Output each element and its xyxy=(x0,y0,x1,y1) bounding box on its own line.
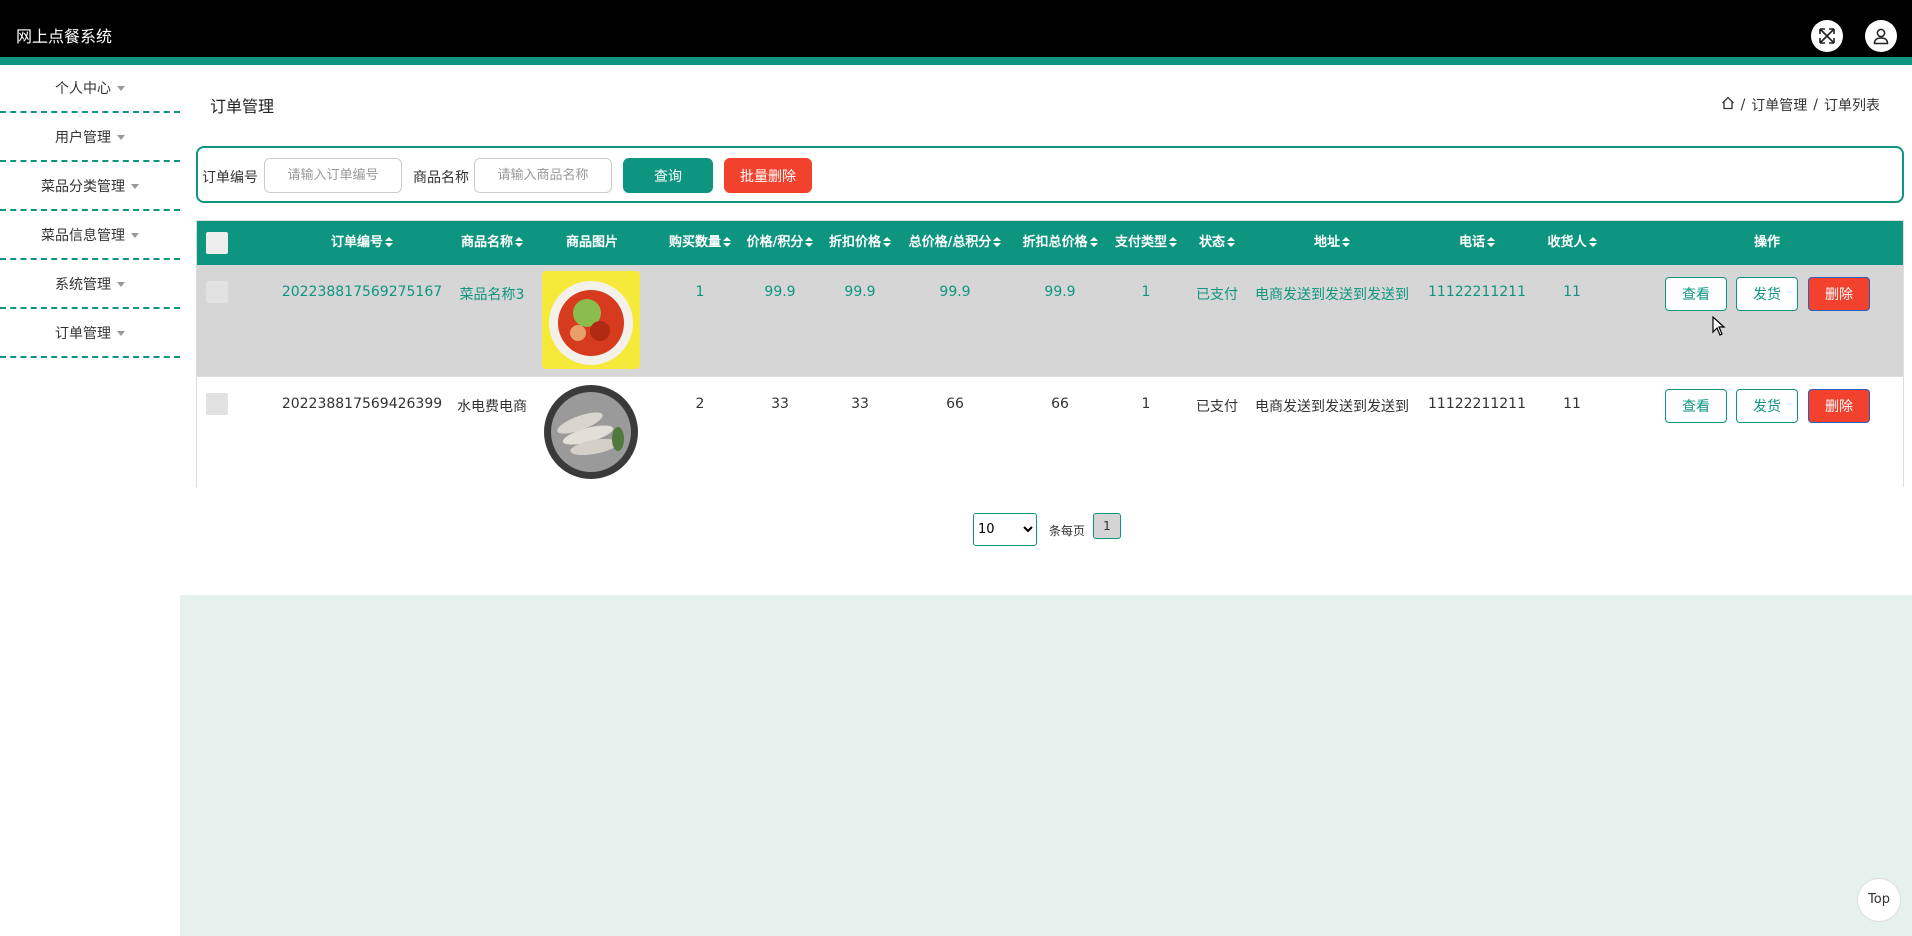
cell-phone: 11122211211 xyxy=(1428,284,1526,300)
breadcrumb-separator: / xyxy=(1740,97,1746,113)
col-header-pay-type[interactable]: 支付类型 xyxy=(1110,221,1182,265)
col-header-order-no[interactable]: 订单编号 xyxy=(292,221,432,265)
order-no-label: 订单编号 xyxy=(202,170,258,186)
select-all-checkbox[interactable] xyxy=(206,232,228,254)
chevron-down-icon xyxy=(117,134,125,140)
cell-total: 66 xyxy=(946,396,964,412)
ship-button[interactable]: 发货 xyxy=(1736,389,1798,423)
chevron-down-icon xyxy=(117,330,125,336)
cell-price: 33 xyxy=(771,396,789,412)
col-header-discount-total[interactable]: 折扣总价格 xyxy=(1010,221,1110,265)
noodle-dish-photo xyxy=(542,271,640,369)
breadcrumb-level2: 订单列表 xyxy=(1824,98,1880,114)
col-header-phone[interactable]: 电话 xyxy=(1417,221,1537,265)
row-checkbox[interactable] xyxy=(206,393,228,415)
chevron-down-icon xyxy=(117,281,125,287)
view-button[interactable]: 查看 xyxy=(1665,389,1727,423)
sidebar-item-label: 系统管理 xyxy=(55,277,111,293)
col-header-receiver[interactable]: 收货人 xyxy=(1537,221,1607,265)
row-checkbox[interactable] xyxy=(206,281,228,303)
page-number-button[interactable]: 1 xyxy=(1093,513,1121,539)
back-to-top-button[interactable]: Top xyxy=(1857,878,1901,922)
query-button[interactable]: 查询 xyxy=(623,158,713,193)
cell-discount-price: 33 xyxy=(851,396,869,412)
col-header-address[interactable]: 地址 xyxy=(1247,221,1417,265)
cell-pay-type: 1 xyxy=(1141,284,1151,300)
home-icon[interactable] xyxy=(1721,96,1735,114)
header-accent-strip xyxy=(0,57,1912,65)
cell-price: 99.9 xyxy=(764,284,796,300)
chevron-down-icon xyxy=(131,183,139,189)
sidebar-item-label: 用户管理 xyxy=(55,130,111,146)
sidebar-item-label: 订单管理 xyxy=(55,326,111,342)
order-no-input[interactable] xyxy=(264,158,402,193)
breadcrumb-separator: / xyxy=(1813,97,1818,113)
sidebar-item-dish-info[interactable]: 菜品信息管理 xyxy=(0,212,180,260)
table-row: 202238817569426399 水电费电商 2 33 33 66 66 1… xyxy=(197,376,1903,487)
cell-qty: 2 xyxy=(695,396,705,412)
cell-discount-price: 99.9 xyxy=(844,284,876,300)
cell-status: 已支付 xyxy=(1196,287,1238,303)
sidebar-item-user-management[interactable]: 用户管理 xyxy=(0,114,180,162)
cell-discount-total: 66 xyxy=(1051,396,1069,412)
sidebar-item-orders[interactable]: 订单管理 xyxy=(0,310,180,358)
sidebar-item-label: 个人中心 xyxy=(55,81,111,97)
chevron-down-icon xyxy=(117,85,125,91)
cell-product: 水电费电商 xyxy=(457,399,527,415)
breadcrumb-level1[interactable]: 订单管理 xyxy=(1751,95,1807,115)
per-page-label: 条每页 xyxy=(1049,524,1086,538)
cell-product: 菜品名称3 xyxy=(459,287,525,303)
col-header-image: 商品图片 xyxy=(565,235,618,250)
cell-pay-type: 1 xyxy=(1141,396,1151,412)
cell-discount-total: 99.9 xyxy=(1044,284,1076,300)
breadcrumb: / 订单管理 / 订单列表 xyxy=(1721,95,1880,115)
cell-total: 99.9 xyxy=(939,284,971,300)
orders-table: 订单编号 商品名称 商品图片 购买数量 价格/积分 折扣价格 总价格/总积分 折… xyxy=(196,220,1904,487)
ship-button[interactable]: 发货 xyxy=(1736,277,1798,311)
cell-qty: 1 xyxy=(695,284,705,300)
col-header-discount-price[interactable]: 折扣价格 xyxy=(820,221,900,265)
delete-button[interactable]: 删除 xyxy=(1808,389,1870,423)
sidebar-item-dish-category[interactable]: 菜品分类管理 xyxy=(0,163,180,211)
cell-receiver: 11 xyxy=(1563,284,1581,300)
table-header: 订单编号 商品名称 商品图片 购买数量 价格/积分 折扣价格 总价格/总积分 折… xyxy=(197,221,1903,265)
batch-delete-button[interactable]: 批量删除 xyxy=(724,158,812,193)
col-header-status[interactable]: 状态 xyxy=(1187,221,1247,265)
col-header-total[interactable]: 总价格/总积分 xyxy=(900,221,1010,265)
table-row: 202238817569275167 菜品名称3 1 99.9 99.9 99.… xyxy=(197,265,1903,376)
sidebar: 个人中心 用户管理 菜品分类管理 菜品信息管理 系统管理 订单管理 xyxy=(0,65,180,936)
content-background xyxy=(180,595,1912,936)
cell-status: 已支付 xyxy=(1196,399,1238,415)
sidebar-item-system[interactable]: 系统管理 xyxy=(0,261,180,309)
col-header-product[interactable]: 商品名称 xyxy=(437,221,547,265)
col-header-actions: 操作 xyxy=(1753,235,1780,250)
delete-button[interactable]: 删除 xyxy=(1808,277,1870,311)
sidebar-item-label: 菜品分类管理 xyxy=(41,179,125,195)
product-name-label: 商品名称 xyxy=(413,170,469,186)
mouse-cursor-icon xyxy=(1712,315,1726,340)
col-header-qty[interactable]: 购买数量 xyxy=(660,221,740,265)
sidebar-item-personal-center[interactable]: 个人中心 xyxy=(0,65,180,113)
cell-address: 电商发送到发送到发送到 xyxy=(1255,399,1409,415)
app-title: 网上点餐系统 xyxy=(16,27,113,46)
col-header-price[interactable]: 价格/积分 xyxy=(740,221,820,265)
top-bar: 网上点餐系统 xyxy=(0,0,1912,57)
page-title: 订单管理 xyxy=(210,97,275,116)
cell-phone: 11122211211 xyxy=(1428,396,1526,412)
product-name-input[interactable] xyxy=(474,158,612,193)
chevron-down-icon xyxy=(131,232,139,238)
fullscreen-icon[interactable] xyxy=(1811,20,1843,52)
sidebar-item-label: 菜品信息管理 xyxy=(41,228,125,244)
cell-address: 电商发送到发送到发送到 xyxy=(1255,287,1409,303)
page-size-select[interactable]: 10 xyxy=(973,513,1037,546)
user-icon[interactable] xyxy=(1865,20,1897,52)
shrimp-dish-photo xyxy=(542,383,640,481)
cell-receiver: 11 xyxy=(1563,396,1581,412)
search-bar: 订单编号 商品名称 查询 批量删除 xyxy=(196,146,1904,203)
view-button[interactable]: 查看 xyxy=(1665,277,1727,311)
